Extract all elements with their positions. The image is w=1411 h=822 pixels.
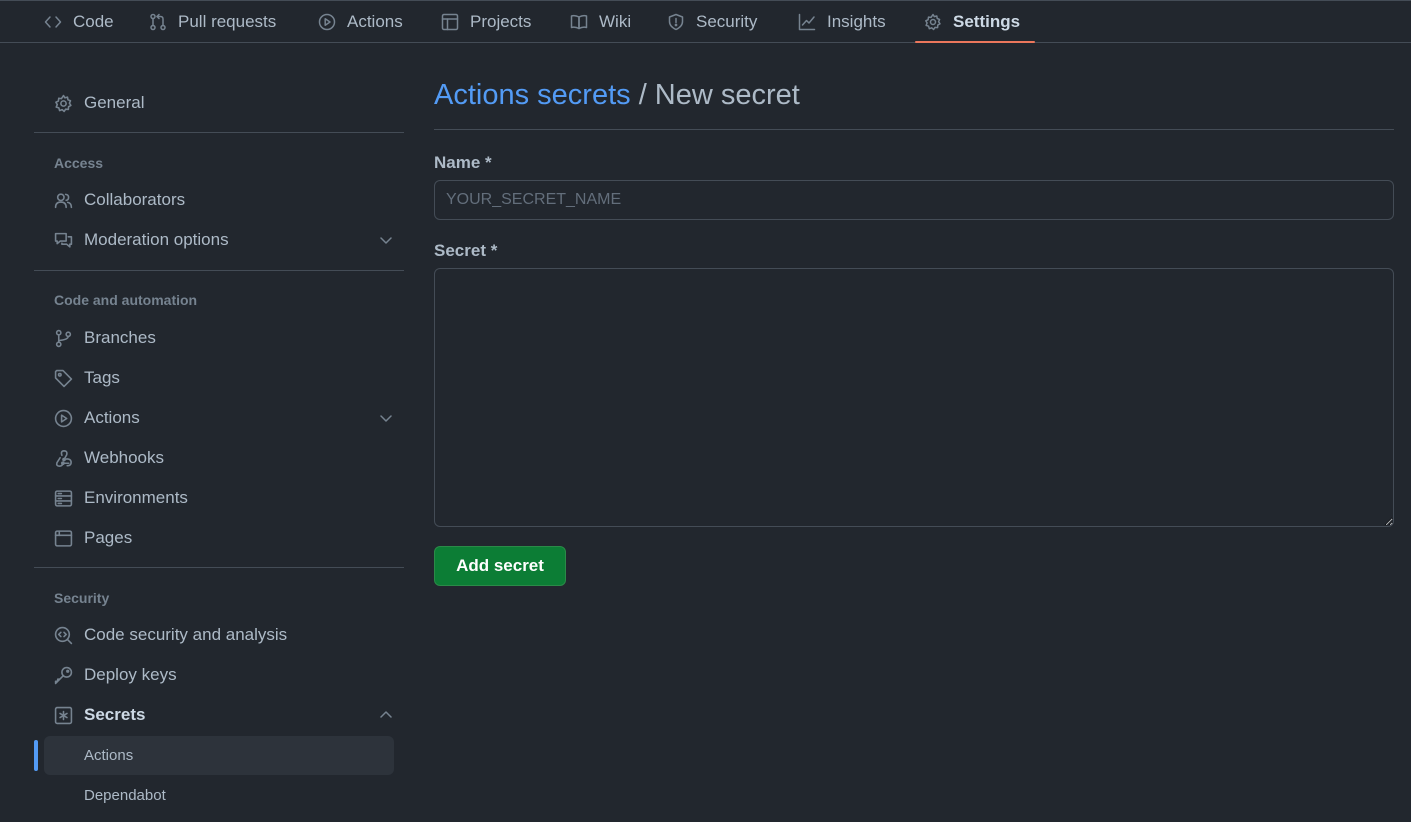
tab-label: Pull requests bbox=[178, 12, 277, 31]
tab-label: Insights bbox=[827, 12, 886, 31]
sidebar-item-label: Environments bbox=[84, 488, 188, 507]
sidebar-item-environments[interactable]: Environments bbox=[54, 483, 394, 513]
chevron-down-icon[interactable] bbox=[378, 232, 394, 248]
tag-icon bbox=[54, 369, 73, 387]
browser-icon bbox=[54, 529, 73, 547]
heading-divider bbox=[434, 129, 1394, 130]
sidebar-divider bbox=[34, 567, 404, 568]
tab-label: Actions bbox=[347, 12, 403, 31]
tab-actions[interactable]: Actions bbox=[318, 1, 403, 43]
page-title: Actions secrets / New secret bbox=[434, 79, 800, 112]
tab-label: Projects bbox=[470, 12, 532, 31]
tab-label: Wiki bbox=[599, 12, 632, 31]
tab-label: Code bbox=[73, 12, 114, 31]
sidebar-item-moderation[interactable]: Moderation options bbox=[54, 225, 394, 255]
sidebar-item-webhooks[interactable]: Webhooks bbox=[54, 443, 394, 473]
people-icon bbox=[54, 192, 73, 208]
breadcrumb-link[interactable]: Actions secrets bbox=[434, 79, 631, 111]
tab-label: Settings bbox=[953, 12, 1021, 31]
tab-projects[interactable]: Projects bbox=[441, 1, 531, 43]
add-secret-button[interactable]: Add secret bbox=[434, 546, 566, 586]
gear-icon bbox=[55, 94, 72, 112]
sidebar-item-code-security[interactable]: Code security and analysis bbox=[54, 620, 394, 650]
sidebar-divider bbox=[34, 270, 404, 271]
secret-name-input[interactable] bbox=[434, 180, 1394, 220]
graph-icon bbox=[798, 13, 816, 31]
key-icon bbox=[54, 666, 73, 684]
tab-pull-requests[interactable]: Pull requests bbox=[149, 1, 276, 43]
webhook-icon bbox=[55, 449, 72, 467]
code-icon bbox=[44, 16, 62, 28]
active-indicator bbox=[34, 740, 38, 771]
sidebar-item-label: Deploy keys bbox=[84, 665, 177, 684]
sidebar-subitem-label: Dependabot bbox=[84, 787, 166, 804]
sidebar-item-label: Branches bbox=[84, 328, 156, 347]
server-icon bbox=[54, 489, 73, 507]
sidebar-item-pages[interactable]: Pages bbox=[54, 523, 394, 553]
section-heading-security: Security bbox=[54, 590, 110, 606]
table-icon bbox=[441, 13, 459, 31]
repo-nav: Code Pull requests Actions Projects Wiki… bbox=[0, 0, 1411, 43]
sidebar-subitem-dependabot[interactable]: Dependabot bbox=[44, 776, 394, 815]
git-branch-icon bbox=[55, 329, 72, 347]
breadcrumb-current: / New secret bbox=[630, 79, 800, 111]
sidebar-item-deploy-keys[interactable]: Deploy keys bbox=[54, 660, 394, 690]
sidebar-item-label: Code security and analysis bbox=[84, 625, 288, 644]
sidebar-item-label: Collaborators bbox=[84, 190, 186, 209]
sidebar-item-label: Actions bbox=[84, 408, 140, 427]
sidebar-subitem-label: Actions bbox=[84, 747, 134, 764]
sidebar-item-tags[interactable]: Tags bbox=[54, 363, 394, 393]
sidebar-divider bbox=[34, 132, 404, 133]
sidebar-item-label: Tags bbox=[84, 368, 120, 387]
shield-icon bbox=[668, 13, 684, 31]
sidebar-item-label: Webhooks bbox=[84, 448, 165, 467]
sidebar-item-label: Moderation options bbox=[84, 230, 229, 249]
active-tab-underline bbox=[915, 41, 1035, 43]
tab-settings[interactable]: Settings bbox=[924, 1, 1020, 43]
sidebar-item-general[interactable]: General bbox=[54, 88, 394, 118]
gear-icon bbox=[925, 13, 941, 31]
chevron-down-icon[interactable] bbox=[378, 410, 394, 426]
section-heading-access: Access bbox=[54, 155, 104, 171]
tab-label: Security bbox=[696, 12, 758, 31]
play-icon bbox=[54, 409, 73, 427]
sidebar-item-collaborators[interactable]: Collaborators bbox=[54, 185, 394, 215]
tab-wiki[interactable]: Wiki bbox=[570, 1, 631, 43]
sidebar-item-secrets[interactable]: Secrets bbox=[54, 700, 394, 730]
play-icon bbox=[318, 13, 336, 31]
key-asterisk-icon bbox=[54, 706, 73, 724]
git-pull-request-icon bbox=[150, 13, 166, 31]
sidebar-item-actions[interactable]: Actions bbox=[54, 403, 394, 433]
codescan-icon bbox=[54, 626, 73, 644]
section-heading-code-automation: Code and automation bbox=[54, 292, 198, 308]
sidebar-subitem-actions[interactable]: Actions bbox=[44, 736, 394, 775]
secret-label: Secret * bbox=[434, 241, 498, 260]
tab-insights[interactable]: Insights bbox=[798, 1, 886, 43]
name-label: Name * bbox=[434, 153, 492, 172]
tab-security[interactable]: Security bbox=[667, 1, 757, 43]
tab-code[interactable]: Code bbox=[44, 1, 114, 43]
sidebar-item-label: Pages bbox=[84, 528, 133, 547]
book-icon bbox=[570, 14, 588, 30]
sidebar-item-label: General bbox=[84, 93, 145, 112]
sidebar-item-branches[interactable]: Branches bbox=[54, 323, 394, 353]
sidebar-item-label: Secrets bbox=[84, 705, 146, 724]
comment-discussion-icon bbox=[54, 232, 73, 248]
secret-value-textarea[interactable] bbox=[434, 268, 1394, 527]
chevron-up-icon[interactable] bbox=[378, 707, 394, 723]
